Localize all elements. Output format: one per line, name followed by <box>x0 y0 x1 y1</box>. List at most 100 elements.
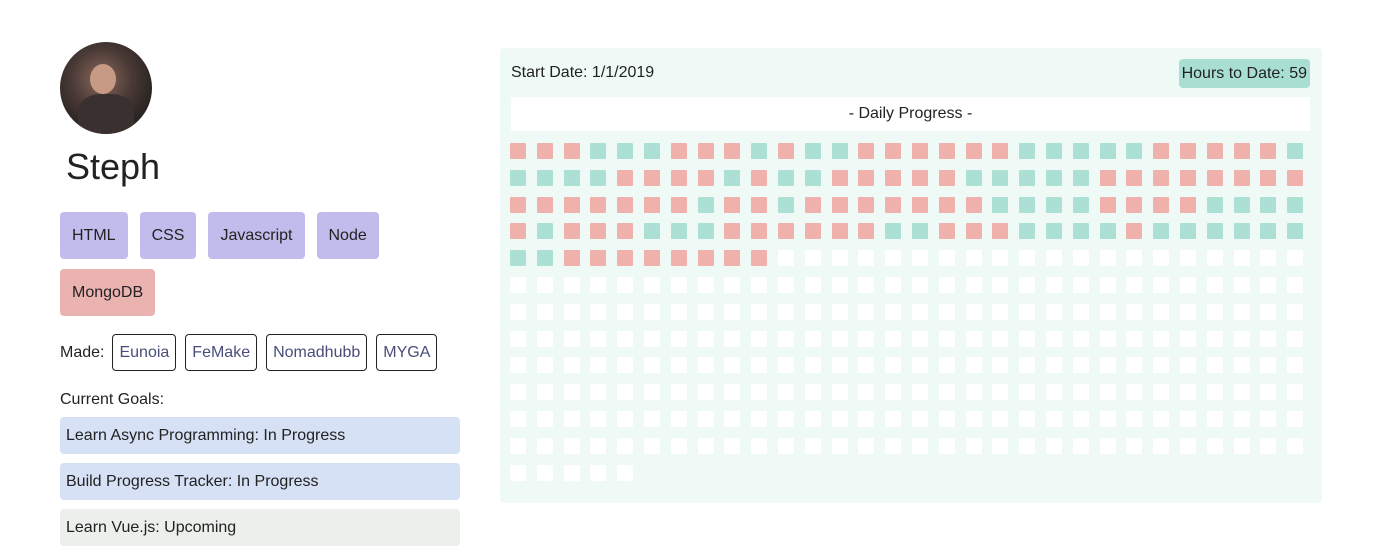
day-cell[interactable] <box>965 276 982 293</box>
day-cell[interactable] <box>563 196 580 213</box>
day-cell[interactable] <box>1260 410 1277 427</box>
day-cell[interactable] <box>992 384 1009 401</box>
day-cell[interactable] <box>938 169 955 186</box>
day-cell[interactable] <box>751 196 768 213</box>
day-cell[interactable] <box>885 384 902 401</box>
day-cell[interactable] <box>992 169 1009 186</box>
day-cell[interactable] <box>670 196 687 213</box>
day-cell[interactable] <box>1287 250 1304 267</box>
day-cell[interactable] <box>1019 196 1036 213</box>
day-cell[interactable] <box>724 410 741 427</box>
day-cell[interactable] <box>885 303 902 320</box>
day-cell[interactable] <box>1072 250 1089 267</box>
day-cell[interactable] <box>965 330 982 347</box>
day-cell[interactable] <box>1153 276 1170 293</box>
day-cell[interactable] <box>858 410 875 427</box>
day-cell[interactable] <box>1072 330 1089 347</box>
day-cell[interactable] <box>965 169 982 186</box>
day-cell[interactable] <box>1179 410 1196 427</box>
day-cell[interactable] <box>938 437 955 454</box>
day-cell[interactable] <box>617 330 634 347</box>
day-cell[interactable] <box>590 330 607 347</box>
day-cell[interactable] <box>885 143 902 159</box>
day-cell[interactable] <box>858 384 875 401</box>
day-cell[interactable] <box>1206 410 1223 427</box>
day-cell[interactable] <box>536 357 553 374</box>
day-cell[interactable] <box>938 223 955 240</box>
day-cell[interactable] <box>938 303 955 320</box>
day-cell[interactable] <box>858 437 875 454</box>
day-cell[interactable] <box>510 276 526 293</box>
day-cell[interactable] <box>1072 303 1089 320</box>
day-cell[interactable] <box>777 250 794 267</box>
day-cell[interactable] <box>1072 223 1089 240</box>
day-cell[interactable] <box>965 196 982 213</box>
day-cell[interactable] <box>804 196 821 213</box>
day-cell[interactable] <box>617 169 634 186</box>
day-cell[interactable] <box>1045 169 1062 186</box>
day-cell[interactable] <box>1179 437 1196 454</box>
day-cell[interactable] <box>1260 196 1277 213</box>
day-cell[interactable] <box>590 303 607 320</box>
day-cell[interactable] <box>563 357 580 374</box>
day-cell[interactable] <box>885 357 902 374</box>
day-cell[interactable] <box>831 196 848 213</box>
day-cell[interactable] <box>1072 357 1089 374</box>
day-cell[interactable] <box>510 143 526 159</box>
day-cell[interactable] <box>938 410 955 427</box>
day-cell[interactable] <box>697 223 714 240</box>
day-cell[interactable] <box>911 196 928 213</box>
day-cell[interactable] <box>858 357 875 374</box>
day-cell[interactable] <box>751 303 768 320</box>
day-cell[interactable] <box>1099 143 1116 159</box>
day-cell[interactable] <box>643 357 660 374</box>
day-cell[interactable] <box>1260 276 1277 293</box>
day-cell[interactable] <box>938 250 955 267</box>
day-cell[interactable] <box>643 384 660 401</box>
day-cell[interactable] <box>1099 276 1116 293</box>
day-cell[interactable] <box>1206 357 1223 374</box>
day-cell[interactable] <box>1179 330 1196 347</box>
day-cell[interactable] <box>697 357 714 374</box>
day-cell[interactable] <box>1019 169 1036 186</box>
day-cell[interactable] <box>1233 437 1250 454</box>
day-cell[interactable] <box>1153 169 1170 186</box>
day-cell[interactable] <box>777 276 794 293</box>
day-cell[interactable] <box>804 330 821 347</box>
day-cell[interactable] <box>536 196 553 213</box>
day-cell[interactable] <box>563 169 580 186</box>
day-cell[interactable] <box>510 464 526 481</box>
day-cell[interactable] <box>1287 143 1304 159</box>
day-cell[interactable] <box>724 143 741 159</box>
day-cell[interactable] <box>751 437 768 454</box>
day-cell[interactable] <box>831 437 848 454</box>
day-cell[interactable] <box>751 384 768 401</box>
day-cell[interactable] <box>724 250 741 267</box>
day-cell[interactable] <box>617 196 634 213</box>
day-cell[interactable] <box>617 250 634 267</box>
day-cell[interactable] <box>1287 410 1304 427</box>
day-cell[interactable] <box>992 437 1009 454</box>
day-cell[interactable] <box>1072 410 1089 427</box>
day-cell[interactable] <box>1126 250 1143 267</box>
day-cell[interactable] <box>777 169 794 186</box>
day-cell[interactable] <box>1260 303 1277 320</box>
day-cell[interactable] <box>911 223 928 240</box>
day-cell[interactable] <box>724 276 741 293</box>
day-cell[interactable] <box>804 250 821 267</box>
skill-tag[interactable]: Node <box>316 212 379 259</box>
day-cell[interactable] <box>1179 223 1196 240</box>
day-cell[interactable] <box>1019 330 1036 347</box>
day-cell[interactable] <box>1179 384 1196 401</box>
day-cell[interactable] <box>777 330 794 347</box>
day-cell[interactable] <box>724 357 741 374</box>
day-cell[interactable] <box>1206 143 1223 159</box>
day-cell[interactable] <box>1233 143 1250 159</box>
day-cell[interactable] <box>885 196 902 213</box>
day-cell[interactable] <box>751 143 768 159</box>
day-cell[interactable] <box>724 196 741 213</box>
day-cell[interactable] <box>536 223 553 240</box>
day-cell[interactable] <box>670 437 687 454</box>
day-cell[interactable] <box>885 410 902 427</box>
skill-tag[interactable]: CSS <box>139 212 197 259</box>
